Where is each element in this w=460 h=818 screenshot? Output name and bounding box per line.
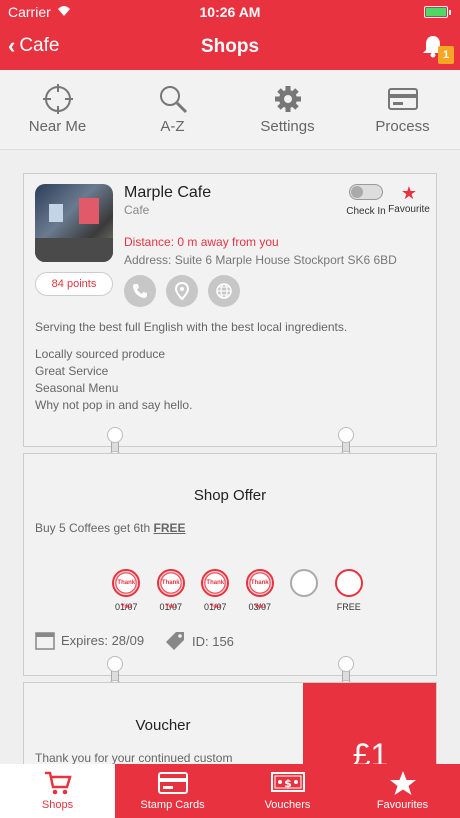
phone-button[interactable] xyxy=(124,275,156,307)
shop-description: Serving the best full English with the b… xyxy=(35,320,348,334)
stamp-row: Thank You01/07 Thank You01/07 Thank You0… xyxy=(104,569,371,612)
shop-type: Cafe xyxy=(124,203,150,217)
az-label: A-Z xyxy=(160,118,185,135)
tab-favourites-label: Favourites xyxy=(376,799,429,811)
feature-item: Seasonal Menu xyxy=(35,381,119,395)
offer-title: Shop Offer xyxy=(193,487,267,504)
tab-stamp-cards-label: Stamp Cards xyxy=(140,799,205,811)
map-pin-icon xyxy=(174,282,190,300)
tab-stamp-cards[interactable]: Stamp Cards xyxy=(115,764,230,818)
favourite-button[interactable]: ★ Favourite xyxy=(386,184,432,215)
feature-item: Locally sourced produce xyxy=(35,347,166,361)
cart-icon xyxy=(44,771,72,795)
card-icon xyxy=(387,88,418,110)
points-badge: 84 points xyxy=(35,272,113,296)
stamp-disc xyxy=(334,569,363,597)
offer-card: Shop Offer Buy 5 Coffees get 6th FREE Th… xyxy=(23,453,437,676)
check-in-toggle[interactable]: Check In xyxy=(342,184,390,217)
stamp: Thank You01/07 xyxy=(149,569,194,612)
banknote-icon: $ xyxy=(270,772,305,792)
expiry-info: Expires: 28/09 xyxy=(35,630,144,650)
calendar-icon xyxy=(35,632,55,650)
tab-vouchers-label: Vouchers xyxy=(264,799,311,811)
settings-button[interactable]: Settings xyxy=(230,70,345,149)
check-in-label: Check In xyxy=(346,206,386,217)
settings-label: Settings xyxy=(260,118,315,135)
voucher-card[interactable]: Voucher Thank you for your continued cus… xyxy=(23,682,437,766)
shop-name: Marple Cafe xyxy=(124,184,212,201)
stamp: Thank You01/07 xyxy=(193,569,238,612)
stamp-disc: Thank You xyxy=(112,569,141,610)
notification-badge: 1 xyxy=(438,46,454,64)
stamp-free: FREE xyxy=(327,569,372,612)
shop-features: Locally sourced produce Great Service Se… xyxy=(35,346,192,414)
stamp-free-label: FREE xyxy=(336,602,361,612)
phone-icon xyxy=(133,284,147,298)
search-icon xyxy=(159,86,187,114)
tab-vouchers[interactable]: $ Vouchers xyxy=(230,764,345,818)
shop-photo xyxy=(35,184,113,262)
toggle-switch[interactable] xyxy=(349,184,383,200)
battery-icon xyxy=(424,6,451,18)
tab-shops-label: Shops xyxy=(41,799,74,811)
expiry-text: Expires: 28/09 xyxy=(61,632,145,648)
stamp-disc: Thank You xyxy=(156,569,185,610)
crosshair-icon xyxy=(42,84,73,114)
stamp-disc: Thank You xyxy=(201,569,230,610)
tab-bar: Shops Stamp Cards $ Vouchers Favourites xyxy=(0,764,460,818)
voucher-info: Voucher Thank you for your continued cus… xyxy=(24,683,302,765)
tag-icon xyxy=(166,632,184,650)
tab-shops[interactable]: Shops xyxy=(0,764,115,818)
voucher-title: Voucher xyxy=(135,717,191,734)
process-label: Process xyxy=(375,118,430,135)
offer-text-prefix: Buy 5 Coffees get 6th xyxy=(35,521,154,535)
distance-text: Distance: 0 m away from you xyxy=(124,235,279,249)
stamp: Thank You03/07 xyxy=(238,569,283,612)
page-title: Shops xyxy=(200,36,260,57)
feature-item: Why not pop in and say hello. xyxy=(35,398,193,412)
offer-id: ID: 156 xyxy=(164,630,234,652)
process-button[interactable]: Process xyxy=(345,70,460,149)
globe-icon xyxy=(216,283,232,299)
address-text: Address: Suite 6 Marple House Stockport … xyxy=(124,253,397,267)
shop-card: Marple Cafe Cafe Check In ★ Favourite Di… xyxy=(23,173,437,447)
feature-item: Great Service xyxy=(35,364,109,378)
website-button[interactable] xyxy=(208,275,240,307)
location-button[interactable] xyxy=(166,275,198,307)
star-icon xyxy=(389,771,416,795)
offer-id-text: ID: 156 xyxy=(192,633,234,649)
near-me-label: Near Me xyxy=(28,118,87,135)
svg-text:$: $ xyxy=(284,777,292,790)
stamp: Thank You01/07 xyxy=(104,569,149,612)
toolbar: Near Me A-Z Settings Process xyxy=(0,70,460,150)
card-icon xyxy=(157,772,188,794)
az-button[interactable]: A-Z xyxy=(115,70,230,149)
gear-icon xyxy=(274,86,301,112)
nav-bar: ‹ Cafe Shops 1 xyxy=(0,24,460,70)
near-me-button[interactable]: Near Me xyxy=(0,70,115,149)
stamp-date xyxy=(303,602,306,612)
offer-free-link[interactable]: FREE xyxy=(154,521,186,535)
offer-text: Buy 5 Coffees get 6th FREE xyxy=(35,521,186,535)
voucher-text: Thank you for your continued custom xyxy=(35,751,233,765)
stamp-disc: Thank You xyxy=(245,569,274,610)
contact-actions xyxy=(124,275,250,307)
stamp-disc xyxy=(290,569,319,597)
star-icon: ★ xyxy=(400,183,418,203)
stamp-empty xyxy=(282,569,327,612)
status-bar: Carrier 10:26 AM xyxy=(0,0,460,24)
voucher-amount: £1 xyxy=(303,683,436,765)
favourite-label: Favourite xyxy=(388,204,430,215)
tab-favourites[interactable]: Favourites xyxy=(345,764,460,818)
clock: 10:26 AM xyxy=(199,4,261,20)
